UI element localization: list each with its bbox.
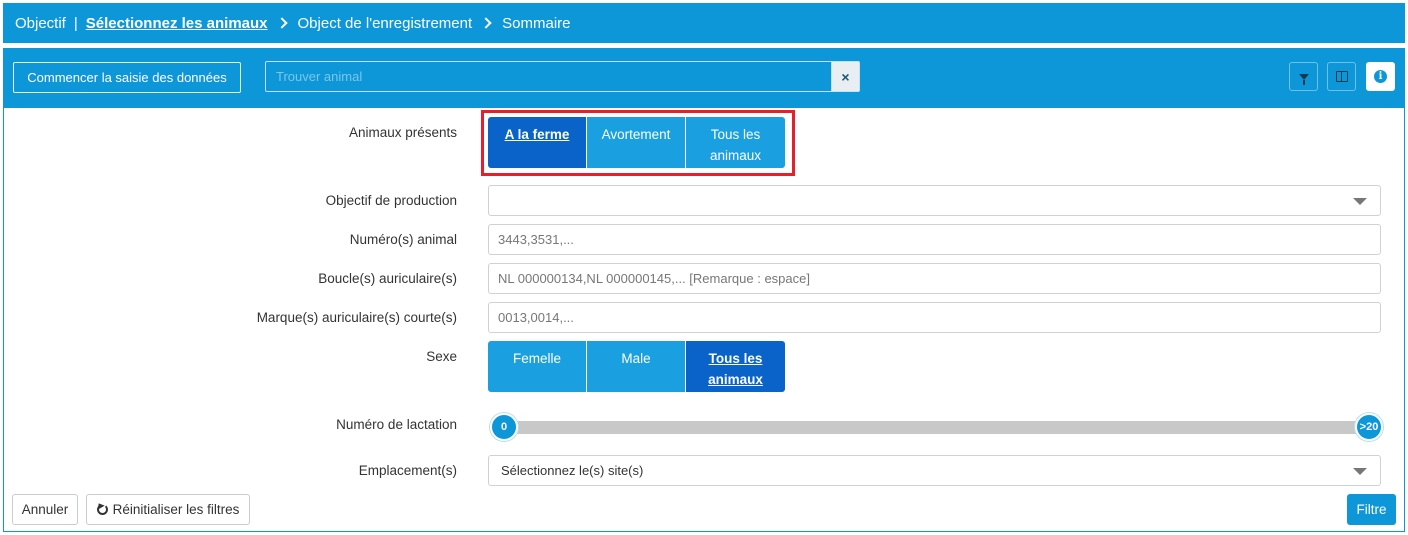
search-input[interactable]: [266, 62, 832, 91]
breadcrumb-step-enregistrement[interactable]: Object de l'enregistrement: [298, 15, 473, 32]
chevron-right-icon: [480, 17, 492, 29]
clear-icon[interactable]: ×: [831, 62, 859, 91]
columns-icon: [1335, 71, 1348, 82]
numero-animal-label: Numéro(s) animal: [349, 232, 457, 247]
objectif-production-select[interactable]: [488, 185, 1381, 216]
breadcrumb-separator: |: [73, 14, 78, 32]
breadcrumb-step-objectif[interactable]: Objectif: [15, 15, 66, 32]
numero-animal-input[interactable]: [488, 224, 1381, 255]
search-box: ×: [265, 61, 860, 92]
toolbar: Commencer la saisie des données × i: [4, 49, 1404, 108]
lactation-slider-track[interactable]: [504, 421, 1372, 434]
filter-icon: [1298, 73, 1309, 85]
filter-submit-button[interactable]: Filtre: [1347, 494, 1396, 525]
boucle-label: Boucle(s) auriculaire(s): [318, 271, 457, 286]
option-femelle[interactable]: Femelle: [488, 341, 587, 392]
highlight-box: [481, 110, 795, 176]
start-data-entry-button[interactable]: Commencer la saisie des données: [13, 62, 241, 93]
breadcrumb: Objectif | Sélectionnez les animaux Obje…: [3, 3, 1405, 43]
cancel-button[interactable]: Annuler: [12, 494, 78, 525]
caret-down-icon: [1353, 198, 1367, 205]
sexe-toggle: Femelle Male Tous les animaux: [488, 341, 785, 392]
emplacement-value: Sélectionnez le(s) site(s): [501, 463, 644, 478]
filter-button[interactable]: [1289, 62, 1318, 91]
animaux-presents-label: Animaux présents: [348, 125, 457, 140]
lactation-max-handle[interactable]: >20: [1355, 413, 1383, 441]
chevron-right-icon: [275, 17, 288, 29]
option-male[interactable]: Male: [587, 341, 686, 392]
info-icon: i: [1374, 70, 1387, 83]
selection-panel: Commencer la saisie des données × i Anim…: [3, 48, 1405, 532]
columns-button[interactable]: [1327, 62, 1356, 91]
boucle-input[interactable]: [488, 263, 1381, 294]
emplacement-select[interactable]: Sélectionnez le(s) site(s): [488, 455, 1381, 486]
breadcrumb-step-sommaire[interactable]: Sommaire: [502, 15, 570, 32]
emplacement-label: Emplacement(s): [358, 463, 457, 478]
lactation-min-handle[interactable]: 0: [490, 413, 518, 441]
breadcrumb-step-selection[interactable]: Sélectionnez les animaux: [86, 15, 268, 32]
option-sexe-tous-les-animaux[interactable]: Tous les animaux: [686, 341, 785, 392]
lactation-label: Numéro de lactation: [336, 417, 457, 432]
reset-filters-label: Réinitialiser les filtres: [112, 502, 240, 517]
marque-label: Marque(s) auriculaire(s) courte(s): [256, 310, 457, 325]
reset-icon: [96, 504, 108, 515]
info-button[interactable]: i: [1366, 62, 1395, 91]
caret-down-icon: [1353, 468, 1367, 475]
reset-filters-button[interactable]: Réinitialiser les filtres: [86, 494, 250, 525]
sexe-label: Sexe: [426, 349, 457, 364]
marque-input[interactable]: [488, 302, 1381, 333]
objectif-production-label: Objectif de production: [325, 193, 457, 208]
